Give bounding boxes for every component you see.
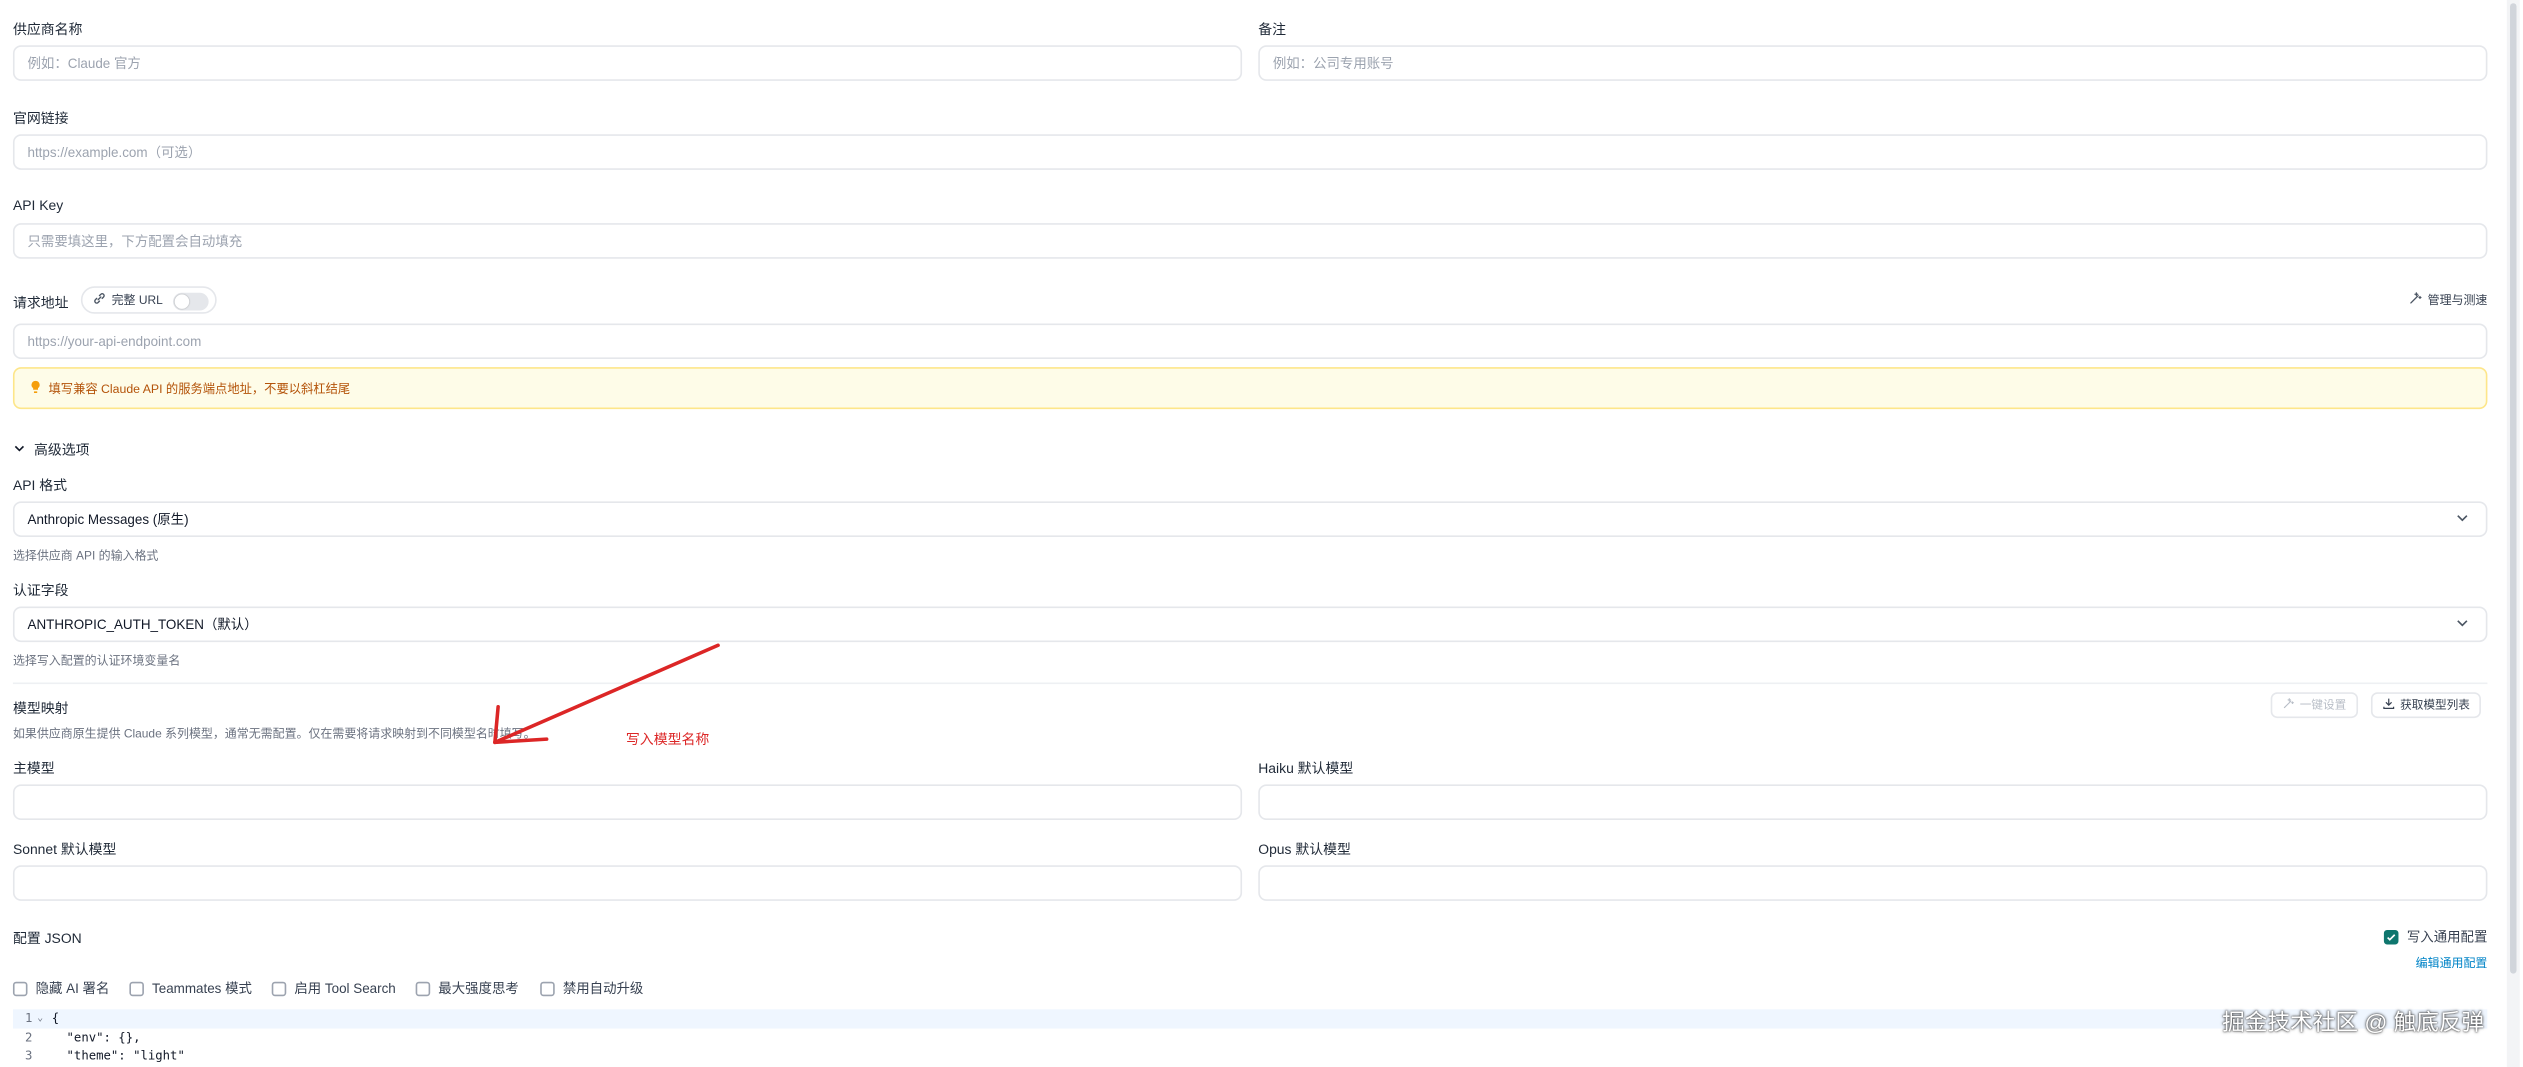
model-mapping-title: 模型映射 [12,700,69,717]
checkbox-icon [12,980,28,996]
code-line: 2 "env": {}, [13,1028,2487,1047]
line-number: 1 [24,1010,33,1026]
api-key-input[interactable]: 只需要填这里，下方配置会自动填充 [12,223,2488,259]
provider-name-input[interactable]: 例如：Claude 官方 [12,45,1243,81]
auth-field-label: 认证字段 [12,582,69,599]
line-number: 3 [24,1048,33,1063]
checkbox-icon [415,980,431,996]
full-url-label: 完整 URL [111,292,163,308]
line-number: 2 [24,1029,33,1044]
sonnet-model-input[interactable] [12,865,1243,901]
option-label: 隐藏 AI 署名 [35,980,110,997]
full-url-toggle-group[interactable]: 完整 URL [80,286,217,314]
option-label: Teammates 模式 [152,980,252,997]
haiku-model-input[interactable] [1258,784,2488,820]
link-icon [92,291,107,309]
download-icon [2382,697,2395,713]
checkbox-icon [540,980,555,996]
main-model-input[interactable] [12,784,1243,820]
option-label: 启用 Tool Search [294,980,396,997]
one-click-setup-label: 一键设置 [2299,697,2347,712]
endpoint-input[interactable]: https://your-api-endpoint.com [12,323,2488,360]
one-click-setup-button[interactable]: 一键设置 [2270,692,2358,719]
endpoint-tip-text: 填写兼容 Claude API 的服务端点地址，不要以斜杠结尾 [48,380,351,396]
write-common-config-checkbox[interactable]: 写入通用配置 [2384,927,2487,946]
provider-form: 供应商名称 例如：Claude 官方 备注 例如：公司专用账号 官网链接 htt… [0,0,2523,1067]
option-label: 最大强度思考 [438,980,519,997]
advanced-options-toggle[interactable]: 高级选项 [13,440,90,459]
wand-icon [2282,697,2295,713]
config-json-title: 配置 JSON [12,929,82,947]
fold-chevron-icon[interactable]: ⌄ [37,1009,52,1028]
model-mapping-description: 如果供应商原生提供 Claude 系列模型，通常无需配置。仅在需要将请求映射到不… [12,726,536,741]
fetch-models-label: 获取模型列表 [2400,697,2470,712]
wand-icon [2408,291,2423,309]
annotation-text: 写入模型名称 [625,731,710,748]
advanced-options-label: 高级选项 [33,441,90,458]
vertical-scrollbar[interactable] [2506,0,2520,1067]
checkbox-icon [129,980,144,996]
disable-auto-upgrade-checkbox[interactable]: 禁用自动升级 [540,978,643,997]
auth-field-hint: 选择写入配置的认证环境变量名 [12,653,181,668]
code-line: 1 ⌄ { [12,1009,2488,1028]
enable-tool-search-checkbox[interactable]: 启用 Tool Search [271,978,396,997]
api-format-hint: 选择供应商 API 的输入格式 [12,548,159,563]
option-label: 禁用自动升级 [562,980,644,997]
watermark: 掘金技术社区 @ 触底反弹 [2222,1009,2485,1036]
code-line: 3 "theme": "light" [13,1046,2487,1065]
section-divider [12,682,2488,685]
teammates-mode-checkbox[interactable]: Teammates 模式 [129,978,252,997]
endpoint-tip-banner: 填写兼容 Claude API 的服务端点地址，不要以斜杠结尾 [12,367,2488,410]
code-text: "env": {}, [51,1029,141,1044]
api-format-label: API 格式 [12,477,68,494]
chevron-down-icon [13,442,26,458]
checkbox-checked-icon [2384,929,2399,944]
write-common-config-label: 写入通用配置 [2406,928,2488,945]
code-text: "theme": "light" [51,1048,185,1063]
website-label: 官网链接 [12,109,69,127]
sonnet-model-label: Sonnet 默认模型 [12,840,117,858]
checkbox-icon [271,980,287,996]
api-format-value: Anthropic Messages (原生) [27,511,189,528]
endpoint-label: 请求地址 [12,294,69,311]
fold-gutter [37,1028,52,1047]
haiku-model-label: Haiku 默认模型 [1258,760,1354,777]
opus-model-input[interactable] [1258,865,2488,901]
api-key-label: API Key [12,197,64,214]
notes-input[interactable]: 例如：公司专用账号 [1258,45,2488,81]
opus-model-label: Opus 默认模型 [1258,840,1351,858]
code-text: { [51,1010,60,1026]
lightbulb-icon [29,379,42,397]
manage-speedtest-button[interactable]: 管理与测速 [2408,291,2487,309]
config-json-editor[interactable]: 1 ⌄ { 2 "env": {}, 3 "theme": "light" [12,1009,2488,1067]
max-thinking-checkbox[interactable]: 最大强度思考 [415,978,519,997]
full-url-switch[interactable] [173,292,209,311]
provider-name-label: 供应商名称 [12,21,83,38]
fetch-models-button[interactable]: 获取模型列表 [2370,692,2482,719]
chevron-down-icon [2455,510,2470,528]
website-input[interactable]: https://example.com（可选） [12,134,2488,170]
auth-field-value: ANTHROPIC_AUTH_TOKEN（默认） [27,616,258,633]
notes-label: 备注 [1258,21,1287,38]
api-format-select[interactable]: Anthropic Messages (原生) [12,501,2488,537]
chevron-down-icon [2455,615,2470,633]
auth-field-select[interactable]: ANTHROPIC_AUTH_TOKEN（默认） [12,606,2488,643]
edit-common-config-link[interactable]: 编辑通用配置 [2416,954,2488,972]
fold-gutter [37,1046,52,1065]
hide-ai-signature-checkbox[interactable]: 隐藏 AI 署名 [12,978,110,997]
manage-speedtest-label: 管理与测速 [2427,292,2488,308]
main-model-label: 主模型 [12,760,55,777]
